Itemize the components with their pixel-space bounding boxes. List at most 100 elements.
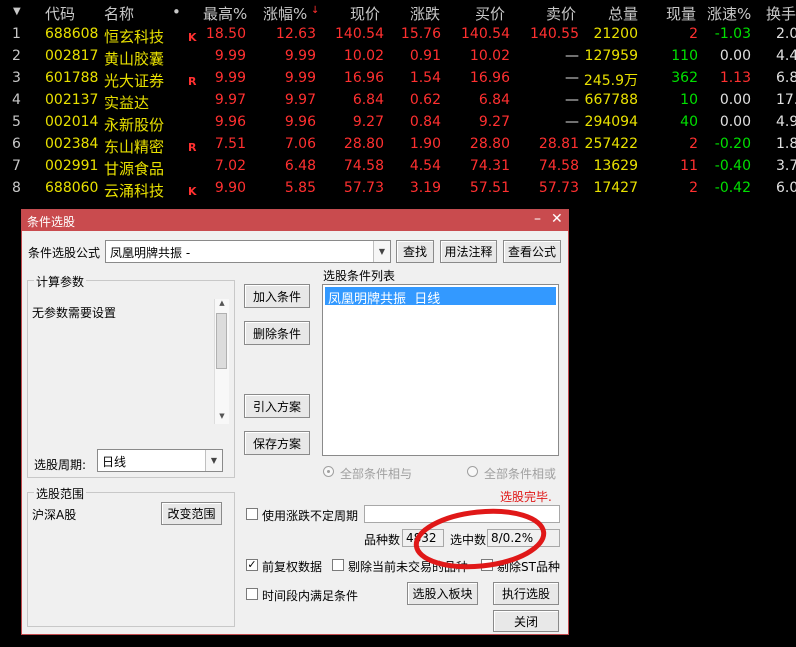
- row-code: 688608: [45, 26, 99, 42]
- row-index: 6: [12, 136, 21, 152]
- prev-adjust-checkbox[interactable]: ✓: [246, 559, 258, 571]
- stock-quote-table: ▼ 代码 名称 • 最高% 涨幅% ↓ 现价 涨跌 买价 卖价 总量 现量 涨速…: [0, 0, 796, 210]
- usage-button[interactable]: 用法注释: [440, 240, 497, 263]
- range-group: 选股范围 沪深A股 改变范围: [27, 485, 235, 627]
- row-chg-pct: 7.06: [284, 136, 316, 152]
- row-name: 实益达: [104, 94, 150, 112]
- table-row[interactable]: 1 688608 恒玄科技 K 18.50 12.63 140.54 15.76 140.54 1…: [0, 24, 796, 46]
- row-cur-volume: 362: [671, 70, 698, 86]
- table-row[interactable]: 8 688060 云涌科技 K 9.90 5.85 57.73 3.19 57.51 57.73 1…: [0, 178, 796, 200]
- table-row[interactable]: 2 002817 黄山胶囊 9.99 9.99 10.02 0.91 10.02 — 127959…: [0, 46, 796, 68]
- formula-select[interactable]: 凤凰明牌共振 - ▼: [105, 240, 391, 263]
- scroll-up-icon[interactable]: ▲: [215, 299, 229, 311]
- chevron-down-icon[interactable]: ▼: [373, 241, 390, 262]
- row-volume: 257422: [584, 136, 638, 152]
- row-price: 140.54: [335, 26, 384, 42]
- scroll-thumb[interactable]: [216, 313, 227, 369]
- stock-screener-dialog: 条件选股 – ✕ 条件选股公式 凤凰明牌共振 - ▼ 查找 用法注释 查看公式 …: [21, 209, 569, 635]
- chevron-down-icon[interactable]: ▼: [205, 450, 222, 471]
- col-cur-volume[interactable]: 现量: [666, 3, 696, 24]
- col-turnover[interactable]: 换手: [766, 3, 796, 24]
- radio-or[interactable]: [467, 466, 478, 477]
- row-turnover: 3.7: [776, 158, 796, 174]
- row-chg-pct: 9.96: [284, 114, 316, 130]
- row-high: 9.96: [214, 114, 246, 130]
- row-chg: 0.91: [409, 48, 441, 64]
- execute-button[interactable]: 执行选股: [493, 582, 559, 605]
- row-volume: 13629: [593, 158, 638, 174]
- save-plan-button[interactable]: 保存方案: [244, 431, 310, 455]
- col-high[interactable]: 最高%: [203, 3, 247, 24]
- row-turnover: 6.8: [776, 70, 796, 86]
- condition-list[interactable]: 凤凰明牌共振 日线: [322, 284, 559, 456]
- row-turnover: 2.0: [776, 26, 796, 42]
- to-block-button[interactable]: 选股入板块: [407, 582, 478, 605]
- row-mark: K: [188, 185, 197, 198]
- count-label: 品种数: [364, 533, 401, 547]
- col-ask[interactable]: 卖价: [546, 3, 576, 24]
- row-speed: 1.13: [719, 70, 751, 86]
- row-chg: 1.90: [409, 136, 441, 152]
- col-bid[interactable]: 买价: [475, 3, 505, 24]
- row-high: 9.99: [214, 70, 246, 86]
- row-high: 7.51: [214, 136, 246, 152]
- scroll-down-icon[interactable]: ▼: [215, 412, 229, 424]
- close-icon[interactable]: ✕: [551, 211, 563, 227]
- row-ask: —: [565, 114, 579, 130]
- params-text: 无参数需要设置: [32, 306, 117, 320]
- row-cur-volume: 10: [680, 92, 698, 108]
- view-formula-button[interactable]: 查看公式: [503, 240, 561, 263]
- uncertain-period-checkbox[interactable]: [246, 508, 258, 520]
- row-chg: 1.54: [409, 70, 441, 86]
- params-scrollbar[interactable]: ▲ ▼: [214, 299, 229, 424]
- row-cur-volume: 2: [689, 26, 698, 42]
- row-speed: -0.40: [714, 158, 751, 174]
- row-ask: 74.58: [538, 158, 579, 174]
- radio-and-label: 全部条件相与: [340, 467, 413, 481]
- import-plan-button[interactable]: 引入方案: [244, 394, 310, 418]
- row-chg: 3.19: [409, 180, 441, 196]
- period-select[interactable]: 日线 ▼: [97, 449, 223, 472]
- time-range-label: 时间段内满足条件: [262, 589, 359, 603]
- col-speed[interactable]: 涨速%: [707, 3, 751, 24]
- col-name[interactable]: 名称: [104, 3, 134, 24]
- add-condition-button[interactable]: 加入条件: [244, 284, 310, 308]
- row-chg-pct: 6.48: [284, 158, 316, 174]
- table-row[interactable]: 5 002014 永新股份 9.96 9.96 9.27 0.84 9.27 — 294094 40…: [0, 112, 796, 134]
- row-price: 16.96: [343, 70, 384, 86]
- col-chg-pct[interactable]: 涨幅%: [263, 3, 307, 24]
- row-chg: 0.62: [409, 92, 441, 108]
- period-value: 日线: [102, 455, 127, 469]
- row-chg-pct: 12.63: [275, 26, 316, 42]
- row-index: 8: [12, 180, 21, 196]
- row-code: 002014: [45, 114, 99, 130]
- table-row[interactable]: 4 002137 实益达 9.97 9.97 6.84 0.62 6.84 — 667788 10 0…: [0, 90, 796, 112]
- col-chg[interactable]: 涨跌: [410, 3, 440, 24]
- col-code[interactable]: 代码: [45, 3, 75, 24]
- condition-list-item[interactable]: 凤凰明牌共振 日线: [325, 287, 556, 307]
- find-button[interactable]: 查找: [396, 240, 434, 263]
- sort-arrow-icon[interactable]: ▼: [13, 6, 21, 17]
- radio-and[interactable]: [323, 466, 334, 477]
- row-index: 7: [12, 158, 21, 174]
- time-range-checkbox[interactable]: [246, 588, 258, 600]
- col-price[interactable]: 现价: [350, 3, 380, 24]
- row-turnover: 1.8: [776, 136, 796, 152]
- row-high: 9.97: [214, 92, 246, 108]
- row-speed: -0.42: [714, 180, 751, 196]
- exclude-untraded-checkbox[interactable]: [332, 559, 344, 571]
- dialog-titlebar[interactable]: 条件选股 – ✕: [22, 210, 568, 231]
- radio-or-label: 全部条件相或: [484, 467, 557, 481]
- delete-condition-button[interactable]: 删除条件: [244, 321, 310, 345]
- table-row[interactable]: 7 002991 甘源食品 7.02 6.48 74.58 4.54 74.31 74.58 13…: [0, 156, 796, 178]
- close-button[interactable]: 关闭: [493, 610, 559, 632]
- table-row[interactable]: 3 601788 光大证券 R 9.99 9.99 16.96 1.54 16.96 —245.9…: [0, 68, 796, 90]
- uncertain-period-label: 使用涨跌不定周期: [262, 509, 359, 523]
- minimize-icon[interactable]: –: [534, 211, 541, 227]
- row-index: 4: [12, 92, 21, 108]
- row-speed: -1.03: [714, 26, 751, 42]
- change-range-button[interactable]: 改变范围: [161, 502, 222, 525]
- table-row[interactable]: 6 002384 东山精密 R 7.51 7.06 28.80 1.90 28.80 28.81 2…: [0, 134, 796, 156]
- col-dot[interactable]: •: [172, 3, 181, 21]
- col-volume[interactable]: 总量: [608, 3, 638, 24]
